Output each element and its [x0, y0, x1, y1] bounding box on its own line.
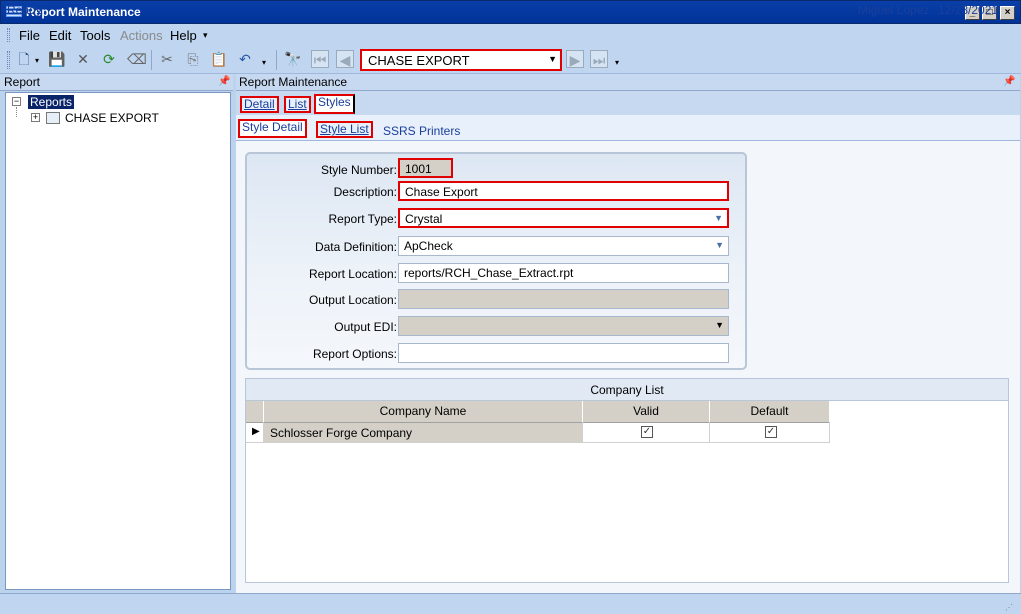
- menu-grip: [7, 28, 10, 42]
- tree-node-reports[interactable]: Reports: [28, 95, 75, 109]
- output-location-label: Output Location:: [308, 293, 397, 307]
- report-tree: − Reports + CHASE EXPORT: [5, 92, 231, 590]
- current-row-icon: ▶: [252, 426, 260, 437]
- report-maintenance-title: Report Maintenance: [239, 75, 348, 89]
- pin-icon[interactable]: 📌: [1003, 76, 1015, 87]
- menu-help[interactable]: Help: [170, 28, 197, 43]
- collapse-icon[interactable]: −: [12, 97, 21, 106]
- report-maintenance-header: Report Maintenance: [236, 74, 1020, 91]
- undo-icon[interactable]: ↶: [236, 50, 254, 68]
- toolbar-overflow-icon[interactable]: ▾: [615, 58, 619, 67]
- toolbar-grip: [7, 51, 10, 69]
- tab-detail[interactable]: Detail: [240, 96, 279, 113]
- undo-dropdown-icon[interactable]: ▾: [262, 58, 266, 67]
- new-document-icon[interactable]: 🗋: [15, 50, 33, 68]
- row-selector[interactable]: ▶: [246, 423, 264, 443]
- tab-style-detail[interactable]: Style Detail: [238, 119, 307, 138]
- report-location-field[interactable]: reports/RCH_Chase_Extract.rpt: [398, 263, 729, 283]
- report-panel-title: Report: [4, 75, 41, 89]
- menu-overflow-icon[interactable]: ▾: [203, 30, 208, 41]
- chevron-down-icon[interactable]: ▼: [715, 320, 724, 330]
- report-options-label: Report Options:: [312, 347, 397, 361]
- company-name-value: Schlosser Forge Company: [270, 426, 413, 440]
- report-icon: [46, 112, 60, 124]
- refresh-icon[interactable]: ⟳: [100, 50, 118, 68]
- menu-edit[interactable]: Edit: [49, 28, 71, 43]
- cell-valid[interactable]: ✓: [583, 423, 710, 443]
- main-tab-bar: Detail List Styles: [236, 91, 1020, 115]
- close-button[interactable]: ×: [1000, 6, 1015, 20]
- chevron-down-icon[interactable]: ▼: [548, 54, 557, 64]
- row-header-corner: [246, 401, 264, 423]
- last-record-icon[interactable]: ⏭: [590, 50, 608, 68]
- data-definition-value: ApCheck: [404, 239, 453, 253]
- copy-icon[interactable]: ⎘: [184, 50, 202, 68]
- status-text: Ready: [7, 3, 42, 17]
- previous-record-icon[interactable]: ◀: [336, 50, 354, 68]
- column-header-company-name[interactable]: Company Name: [264, 401, 583, 423]
- cell-default[interactable]: ✓: [710, 423, 830, 443]
- tree-line: [16, 107, 17, 117]
- resize-grip-icon[interactable]: ⋰: [1005, 603, 1013, 612]
- toolbar-separator: [276, 50, 277, 70]
- status-user: Miguel Lopez: [858, 3, 930, 17]
- description-label: Description:: [333, 185, 397, 199]
- status-date: 12/13/2021: [938, 3, 999, 17]
- next-record-icon[interactable]: ▶: [566, 50, 584, 68]
- output-location-field[interactable]: [398, 289, 729, 309]
- menu-actions[interactable]: Actions: [120, 28, 163, 43]
- default-checkbox[interactable]: ✓: [765, 426, 777, 438]
- menu-tools[interactable]: Tools: [80, 28, 110, 43]
- style-detail-form: Style Number: 1001 Description: Chase Ex…: [245, 152, 747, 370]
- first-record-icon[interactable]: ⏮: [311, 50, 329, 68]
- column-header-default[interactable]: Default: [710, 401, 830, 423]
- column-header-valid[interactable]: Valid: [583, 401, 710, 423]
- new-dropdown-icon[interactable]: ▾: [35, 56, 39, 65]
- data-definition-select[interactable]: ApCheck ▼: [398, 236, 729, 256]
- tab-list[interactable]: List: [284, 96, 311, 113]
- window-title: Report Maintenance: [26, 5, 141, 19]
- cell-company-name[interactable]: Schlosser Forge Company: [264, 423, 583, 443]
- toolbar-separator: [151, 50, 152, 70]
- delete-icon[interactable]: ✕: [74, 50, 92, 68]
- tree-node-chase-export[interactable]: CHASE EXPORT: [65, 111, 159, 125]
- report-location-label: Report Location:: [308, 267, 397, 281]
- report-location-value: reports/RCH_Chase_Extract.rpt: [404, 266, 574, 280]
- chevron-down-icon[interactable]: ▼: [715, 240, 724, 250]
- company-list-grid: Company List Company Name Valid Default …: [245, 378, 1009, 583]
- description-value: Chase Export: [405, 185, 478, 199]
- cut-icon[interactable]: ✂: [158, 50, 176, 68]
- record-selector[interactable]: CHASE EXPORT ▼: [360, 49, 562, 71]
- status-bar: [0, 593, 1021, 614]
- output-edi-select[interactable]: ▼: [398, 316, 729, 336]
- output-edi-label: Output EDI:: [334, 320, 397, 334]
- report-type-select[interactable]: Crystal ▼: [398, 208, 729, 228]
- company-list-title: Company List: [246, 379, 1008, 401]
- report-options-field[interactable]: [398, 343, 729, 363]
- tab-style-list[interactable]: Style List: [316, 121, 373, 138]
- description-field[interactable]: Chase Export: [398, 181, 729, 201]
- menu-bar: File Edit Tools Actions Help ▾: [0, 24, 1021, 46]
- expand-icon[interactable]: +: [31, 113, 40, 122]
- style-number-value: 1001: [405, 162, 432, 176]
- tab-ssrs-printers[interactable]: SSRS Printers: [383, 124, 460, 138]
- save-icon[interactable]: 💾: [48, 50, 66, 68]
- data-definition-label: Data Definition:: [314, 240, 397, 254]
- tab-styles[interactable]: Styles: [314, 94, 355, 114]
- report-type-value: Crystal: [405, 212, 443, 226]
- find-icon[interactable]: 🔭: [284, 50, 302, 68]
- menu-file[interactable]: File: [19, 28, 40, 43]
- style-number-field: 1001: [398, 158, 453, 178]
- chevron-down-icon[interactable]: ▼: [714, 213, 723, 223]
- record-selector-value: CHASE EXPORT: [368, 53, 470, 68]
- report-type-label: Report Type:: [328, 212, 397, 226]
- report-panel-header: Report: [0, 74, 233, 91]
- pin-icon[interactable]: 📌: [218, 76, 230, 87]
- style-number-label: Style Number:: [320, 163, 397, 177]
- valid-checkbox[interactable]: ✓: [641, 426, 653, 438]
- paste-icon[interactable]: 📋: [210, 50, 228, 68]
- eraser-icon[interactable]: ⌫: [127, 50, 147, 68]
- style-tab-bar: Style Detail Style List SSRS Printers: [236, 115, 1020, 141]
